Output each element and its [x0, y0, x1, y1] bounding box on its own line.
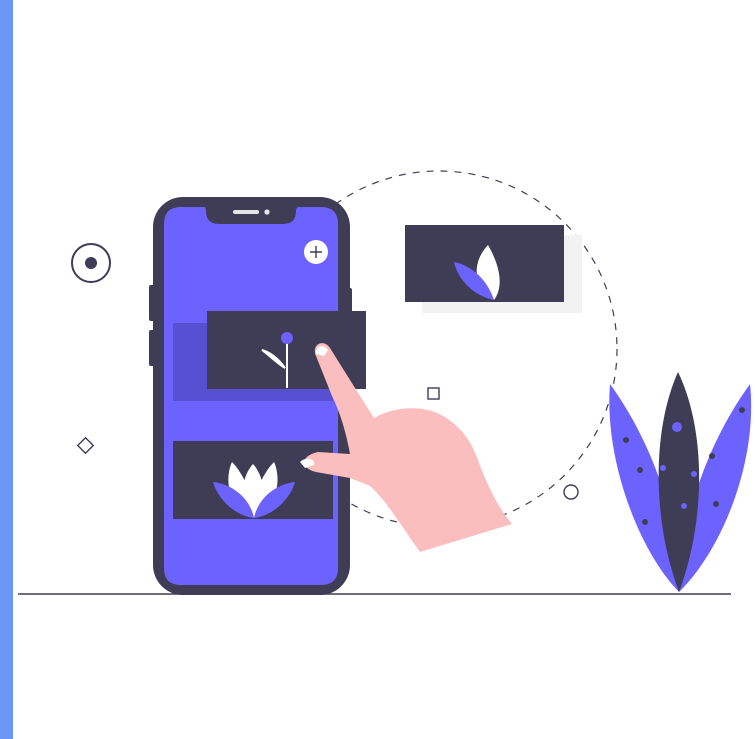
sprout-bud-icon: [281, 332, 293, 344]
plus-button[interactable]: [304, 240, 328, 264]
front-camera: [264, 209, 270, 215]
circle-outline-icon: [563, 484, 579, 500]
phone: [149, 197, 352, 595]
leaf-card: [405, 225, 582, 313]
target-circle-icon: [71, 243, 111, 283]
diamond-outline-icon: [76, 436, 95, 455]
square-outline-icon: [427, 387, 440, 400]
speaker-grille: [233, 210, 259, 214]
leaf-plant: [609, 372, 752, 592]
illustration-canvas: [18, 170, 752, 595]
lotus-card[interactable]: [173, 441, 333, 519]
